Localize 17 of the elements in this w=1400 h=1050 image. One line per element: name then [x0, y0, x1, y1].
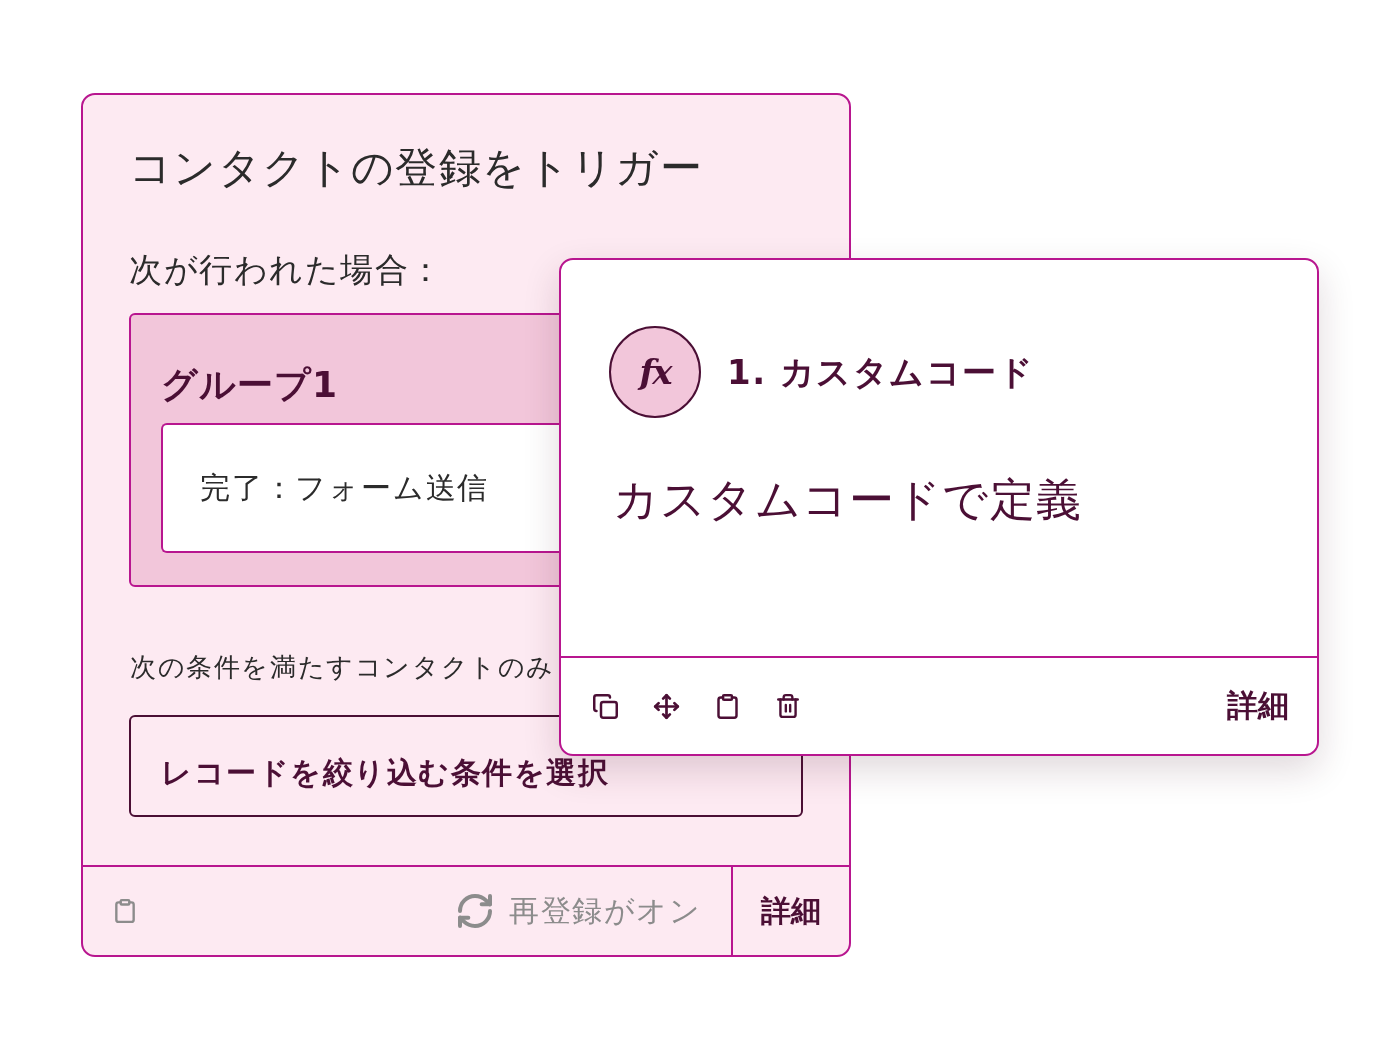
sync-icon [455, 891, 495, 931]
action-description: カスタムコードで定義 [613, 474, 1082, 526]
trigger-criterion[interactable]: 完了：フォーム送信 [161, 423, 559, 553]
details-button[interactable]: 詳細 [1227, 685, 1289, 727]
reenrollment-status: 再登録がオン [509, 891, 701, 930]
details-button[interactable]: 詳細 [731, 867, 849, 955]
trash-icon[interactable] [775, 693, 801, 719]
action-title: 1. カスタムコード [727, 351, 1035, 394]
condition-heading: 次が行われた場合： [129, 250, 444, 290]
copy-icon[interactable] [592, 692, 619, 720]
function-badge: fx [609, 326, 701, 418]
move-icon[interactable] [653, 692, 680, 720]
filter-label: 次の条件を満たすコンタクトのみ [130, 651, 555, 683]
clipboard-icon[interactable] [714, 692, 741, 720]
clipboard-icon[interactable] [112, 898, 138, 924]
trigger-title: コンタクトの登録をトリガー [129, 144, 704, 192]
group-title: グループ1 [161, 363, 339, 407]
